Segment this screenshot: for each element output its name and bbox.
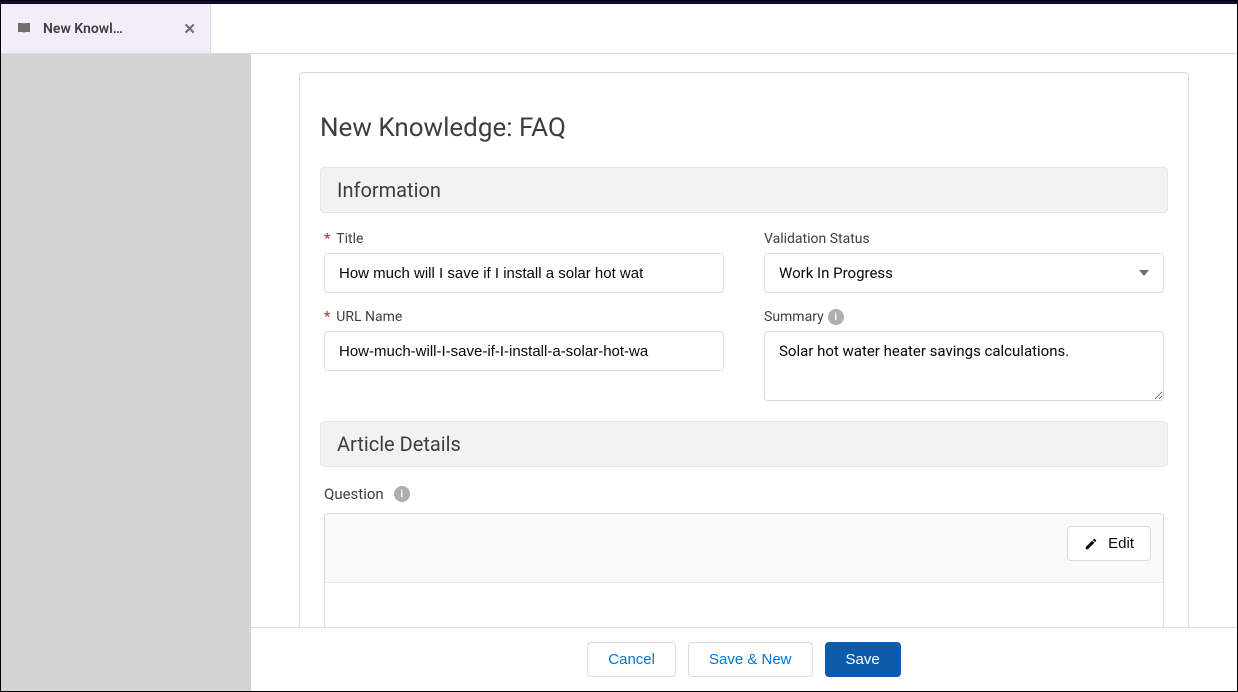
footer-actions: Cancel Save & New Save	[251, 627, 1237, 691]
summary-label-text: Summary	[764, 309, 824, 325]
summary-textarea[interactable]	[764, 331, 1164, 401]
page-title: New Knowledge: FAQ	[320, 113, 1168, 143]
pencil-icon	[1084, 537, 1098, 551]
book-icon	[15, 20, 33, 38]
center-panel: New Knowledge: FAQ Information * Title V…	[251, 54, 1237, 691]
information-grid: * Title Validation Status Work In Progre…	[320, 231, 1168, 421]
question-label-text: Question	[324, 485, 384, 503]
left-gutter	[1, 54, 251, 691]
validation-status-select[interactable]: Work In Progress	[764, 253, 1164, 293]
edit-button-label: Edit	[1108, 535, 1134, 552]
info-icon[interactable]: i	[394, 486, 410, 502]
save-and-new-button[interactable]: Save & New	[688, 642, 813, 677]
section-article-details: Article Details	[320, 421, 1168, 467]
info-icon[interactable]: i	[828, 309, 844, 325]
question-area: Question i Edit	[320, 485, 1168, 632]
rich-editor-body	[325, 582, 1163, 632]
chevron-down-icon	[1139, 270, 1149, 276]
tab-new-knowledge[interactable]: New Knowl… ✕	[1, 4, 211, 53]
close-icon[interactable]: ✕	[183, 20, 196, 38]
tab-label: New Knowl…	[43, 21, 123, 37]
url-name-label-text: URL Name	[336, 309, 402, 325]
edit-button[interactable]: Edit	[1067, 526, 1151, 561]
question-label: Question i	[324, 485, 1164, 503]
tab-bar: New Knowl… ✕	[1, 4, 1237, 54]
url-name-input[interactable]	[324, 331, 724, 371]
url-name-label: * URL Name	[324, 309, 724, 325]
title-label: * Title	[324, 231, 724, 247]
summary-label: Summary i	[764, 309, 1164, 325]
required-marker: *	[324, 309, 330, 325]
title-input[interactable]	[324, 253, 724, 293]
field-title: * Title	[324, 231, 724, 293]
save-button[interactable]: Save	[825, 642, 901, 677]
question-rich-editor[interactable]: Edit	[324, 513, 1164, 632]
form-card: New Knowledge: FAQ Information * Title V…	[299, 72, 1189, 632]
cancel-button[interactable]: Cancel	[587, 642, 676, 677]
field-summary: Summary i	[764, 309, 1164, 401]
section-information: Information	[320, 167, 1168, 213]
workspace: New Knowledge: FAQ Information * Title V…	[1, 54, 1237, 691]
field-url-name: * URL Name	[324, 309, 724, 401]
field-validation-status: Validation Status Work In Progress	[764, 231, 1164, 293]
validation-status-label: Validation Status	[764, 231, 1164, 247]
required-marker: *	[324, 231, 330, 247]
title-label-text: Title	[336, 231, 363, 247]
validation-status-value: Work In Progress	[779, 264, 893, 282]
